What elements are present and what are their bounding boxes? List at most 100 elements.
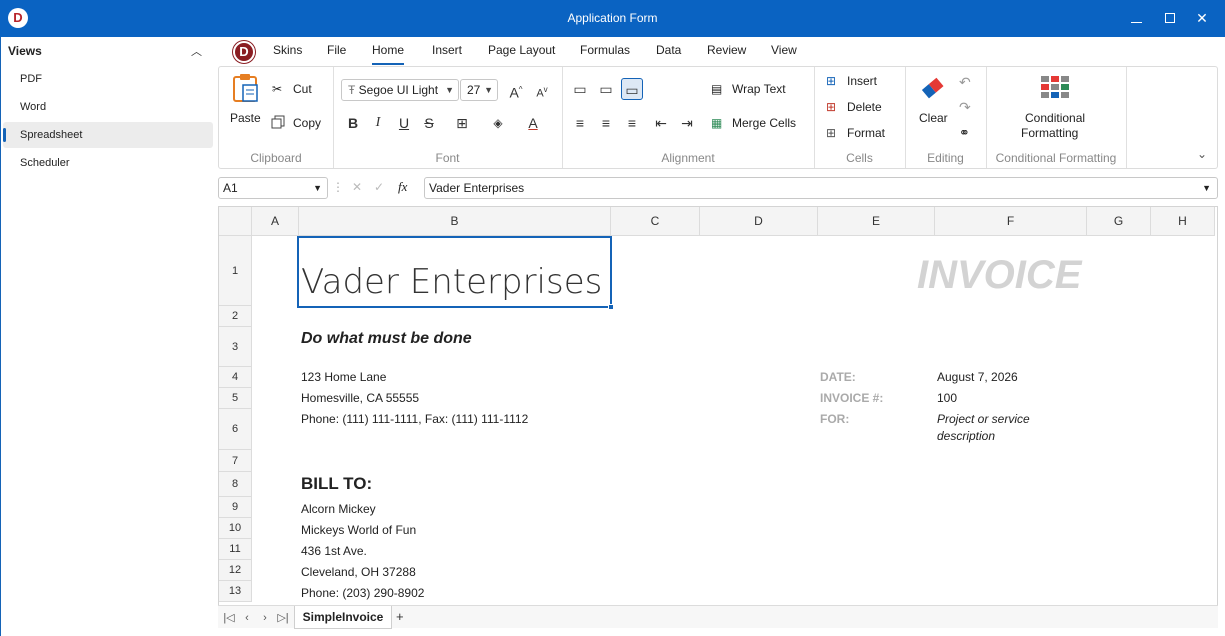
bill-company-cell[interactable]: Mickeys World of Fun bbox=[301, 523, 416, 537]
font-family-select[interactable]: Ŧ Segoe UI Light ▼ bbox=[341, 79, 459, 101]
tab-insert[interactable]: Insert bbox=[432, 43, 462, 57]
row-header[interactable]: 5 bbox=[219, 388, 252, 409]
italic-button[interactable]: I bbox=[367, 112, 389, 134]
invoice-title-cell[interactable]: INVOICE bbox=[917, 253, 1081, 298]
invoice-number-label-cell[interactable]: INVOICE #: bbox=[820, 391, 883, 405]
address-line-2-cell[interactable]: Homesville, CA 55555 bbox=[301, 391, 419, 405]
format-cells-button[interactable]: Format bbox=[847, 126, 885, 140]
row-header[interactable]: 12 bbox=[219, 560, 252, 581]
column-header[interactable]: A bbox=[252, 207, 299, 236]
sheet-tab-active[interactable]: SimpleInvoice bbox=[294, 606, 392, 629]
align-left-button[interactable]: ≡ bbox=[569, 112, 591, 134]
date-value-cell[interactable]: August 7, 2026 bbox=[937, 370, 1018, 384]
add-sheet-icon[interactable]: + bbox=[396, 609, 404, 624]
row-header[interactable]: 1 bbox=[219, 236, 252, 306]
column-header[interactable]: H bbox=[1151, 207, 1215, 236]
row-header[interactable]: 2 bbox=[219, 306, 252, 327]
name-box[interactable]: A1 ▼ bbox=[218, 177, 328, 199]
align-middle-button[interactable]: ▭ bbox=[595, 78, 617, 100]
spreadsheet-grid[interactable]: A B C D E F G H 1 2 3 4 5 6 7 8 9 10 11 … bbox=[218, 206, 1218, 628]
nav-item-scheduler[interactable]: Scheduler bbox=[3, 150, 213, 176]
column-header[interactable]: B bbox=[299, 207, 611, 236]
row-header[interactable]: 13 bbox=[219, 581, 252, 602]
column-header[interactable]: G bbox=[1087, 207, 1151, 236]
formula-input[interactable]: Vader Enterprises ▼ bbox=[424, 177, 1218, 199]
undo-icon[interactable]: ↶ bbox=[959, 74, 971, 91]
for-label-cell[interactable]: FOR: bbox=[820, 412, 849, 426]
wrap-text-button[interactable]: Wrap Text bbox=[732, 82, 786, 96]
strikethrough-button[interactable]: S bbox=[418, 112, 440, 134]
redo-icon[interactable]: ↷ bbox=[959, 99, 971, 116]
row-header[interactable]: 8 bbox=[219, 472, 252, 497]
row-header[interactable]: 4 bbox=[219, 367, 252, 388]
cut-button[interactable]: Cut bbox=[293, 82, 312, 96]
tab-page-layout[interactable]: Page Layout bbox=[488, 43, 555, 57]
for-value-line-2[interactable]: description bbox=[937, 429, 995, 443]
column-header[interactable]: D bbox=[700, 207, 818, 236]
bill-to-heading-cell[interactable]: BILL TO: bbox=[301, 474, 372, 494]
collapse-chevron-up-icon[interactable]: ︿ bbox=[191, 43, 202, 59]
cancel-edit-icon[interactable]: ✕ bbox=[352, 180, 362, 194]
prev-sheet-icon[interactable]: ‹ bbox=[238, 609, 256, 627]
bill-address-cell[interactable]: 436 1st Ave. bbox=[301, 544, 367, 558]
shrink-font-button[interactable]: Av bbox=[531, 79, 553, 101]
clear-button[interactable]: Clear bbox=[919, 111, 948, 125]
underline-button[interactable]: U bbox=[393, 112, 415, 134]
tab-file[interactable]: File bbox=[327, 43, 346, 57]
row-header[interactable]: 10 bbox=[219, 518, 252, 539]
conditional-formatting-label-2[interactable]: Formatting bbox=[1021, 126, 1078, 140]
nav-item-pdf[interactable]: PDF bbox=[3, 66, 213, 92]
bill-city-cell[interactable]: Cleveland, OH 37288 bbox=[301, 565, 416, 579]
conditional-formatting-label-1[interactable]: Conditional bbox=[1025, 111, 1085, 125]
grow-font-button[interactable]: A^ bbox=[505, 79, 527, 101]
align-bottom-button[interactable]: ▭ bbox=[621, 78, 643, 100]
bold-button[interactable]: B bbox=[342, 112, 364, 134]
first-sheet-icon[interactable]: |◁ bbox=[220, 609, 238, 627]
fill-color-button[interactable]: ◈ bbox=[487, 112, 509, 134]
insert-cells-button[interactable]: Insert bbox=[847, 74, 877, 88]
font-color-button[interactable]: A bbox=[522, 112, 544, 134]
font-size-select[interactable]: 27 ▼ bbox=[460, 79, 498, 101]
next-sheet-icon[interactable]: › bbox=[256, 609, 274, 627]
column-header[interactable]: F bbox=[935, 207, 1087, 236]
align-center-button[interactable]: ≡ bbox=[595, 112, 617, 134]
tab-skins[interactable]: Skins bbox=[273, 43, 302, 57]
nav-item-word[interactable]: Word bbox=[3, 94, 213, 120]
fill-handle[interactable] bbox=[608, 304, 614, 310]
nav-item-spreadsheet[interactable]: Spreadsheet bbox=[3, 122, 213, 148]
for-value-line-1[interactable]: Project or service bbox=[937, 412, 1030, 426]
ribbon-expand-chevron-icon[interactable]: ⌄ bbox=[1197, 147, 1207, 161]
tab-view[interactable]: View bbox=[771, 43, 797, 57]
select-all-corner[interactable] bbox=[219, 207, 252, 236]
tab-home[interactable]: Home bbox=[372, 43, 405, 65]
bill-name-cell[interactable]: Alcorn Mickey bbox=[301, 502, 376, 516]
tab-review[interactable]: Review bbox=[707, 43, 746, 57]
copy-button[interactable]: Copy bbox=[293, 116, 321, 130]
delete-cells-button[interactable]: Delete bbox=[847, 100, 882, 114]
address-line-1-cell[interactable]: 123 Home Lane bbox=[301, 370, 386, 384]
confirm-edit-icon[interactable]: ✓ bbox=[374, 180, 384, 194]
borders-button[interactable]: ⊞ bbox=[451, 112, 473, 134]
bill-phone-cell[interactable]: Phone: (203) 290-8902 bbox=[301, 586, 424, 600]
column-header[interactable]: C bbox=[611, 207, 700, 236]
minimize-button[interactable] bbox=[1126, 8, 1146, 28]
invoice-number-value-cell[interactable]: 100 bbox=[937, 391, 957, 405]
row-header[interactable]: 3 bbox=[219, 327, 252, 367]
maximize-button[interactable] bbox=[1160, 8, 1180, 28]
paste-button[interactable]: Paste bbox=[230, 111, 261, 125]
align-top-button[interactable]: ▭ bbox=[569, 78, 591, 100]
insert-function-icon[interactable]: fx bbox=[398, 179, 407, 195]
date-label-cell[interactable]: DATE: bbox=[820, 370, 856, 384]
row-header[interactable]: 11 bbox=[219, 539, 252, 560]
slogan-cell[interactable]: Do what must be done bbox=[301, 330, 472, 348]
close-button[interactable]: ✕ bbox=[1192, 8, 1212, 28]
merge-cells-button[interactable]: Merge Cells bbox=[732, 116, 796, 130]
decrease-indent-button[interactable]: ⇤ bbox=[650, 112, 672, 134]
find-binoculars-icon[interactable]: ⚭ bbox=[959, 125, 970, 141]
row-header[interactable]: 6 bbox=[219, 409, 252, 450]
phone-cell[interactable]: Phone: (111) 111-1111, Fax: (111) 111-11… bbox=[301, 412, 528, 426]
row-header[interactable]: 9 bbox=[219, 497, 252, 518]
increase-indent-button[interactable]: ⇥ bbox=[676, 112, 698, 134]
row-header[interactable]: 7 bbox=[219, 450, 252, 472]
tab-formulas[interactable]: Formulas bbox=[580, 43, 630, 57]
